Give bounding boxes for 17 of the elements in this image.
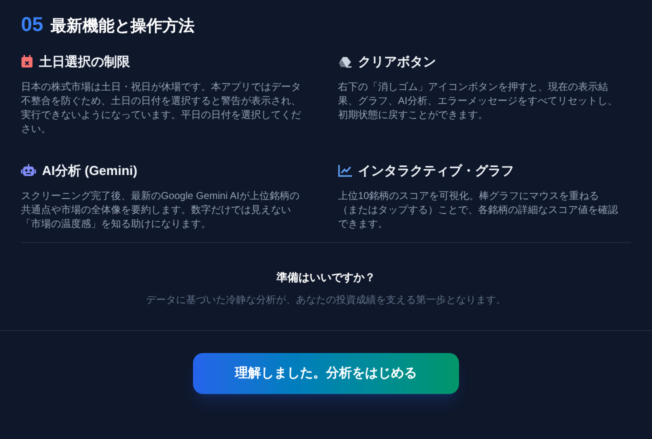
calendar-icon — [21, 55, 33, 68]
line-chart-icon — [338, 164, 352, 177]
closing-text: データに基づいた冷静な分析が、あなたの投資成績を支える第一歩となります。 — [146, 294, 506, 308]
feature-description: 上位10銘柄のスコアを可視化。棒グラフにマウスを重ねる（またはタップする）ことで、各銘柄の詳細なスコア値を確認できます。 — [338, 190, 619, 232]
feature-description: スクリーニング完了後、最新のGoogle Gemini AIが上位銘柄の共通点や市場の全体像を要約します。数字だけでは見えない「市場の温度感」を知る助けになります。 — [21, 190, 300, 232]
feature-title: クリアボタン — [358, 53, 436, 71]
feature-description: 右下の「消しゴム」アイコンボタンを押すと、現在の表示結果、グラフ、AI分析、エラーメッセージをすべてリセットし、初期状態に戻すことができます。 — [338, 80, 618, 122]
feature-description: 日本の株式市場は土日・祝日が休場です。本アプリではデータ不整合を防ぐため、土日の日付を選択すると警告が表示され、実行できないようになっています。平日の日付を選択してください。 — [21, 80, 302, 136]
feature-title: AI分析 (Gemini) — [42, 162, 138, 180]
section-title: 最新機能と操作方法 — [50, 16, 194, 37]
section-number: 05 — [21, 13, 44, 38]
start-analysis-button[interactable]: 理解しました。分析をはじめる — [193, 352, 459, 394]
robot-icon — [21, 164, 36, 178]
closing-title: 準備はいいですか？ — [276, 270, 376, 286]
feature-title: インタラクティブ・グラフ — [358, 162, 514, 180]
eraser-icon — [338, 56, 352, 68]
feature-title: 土日選択の制限 — [39, 53, 130, 71]
